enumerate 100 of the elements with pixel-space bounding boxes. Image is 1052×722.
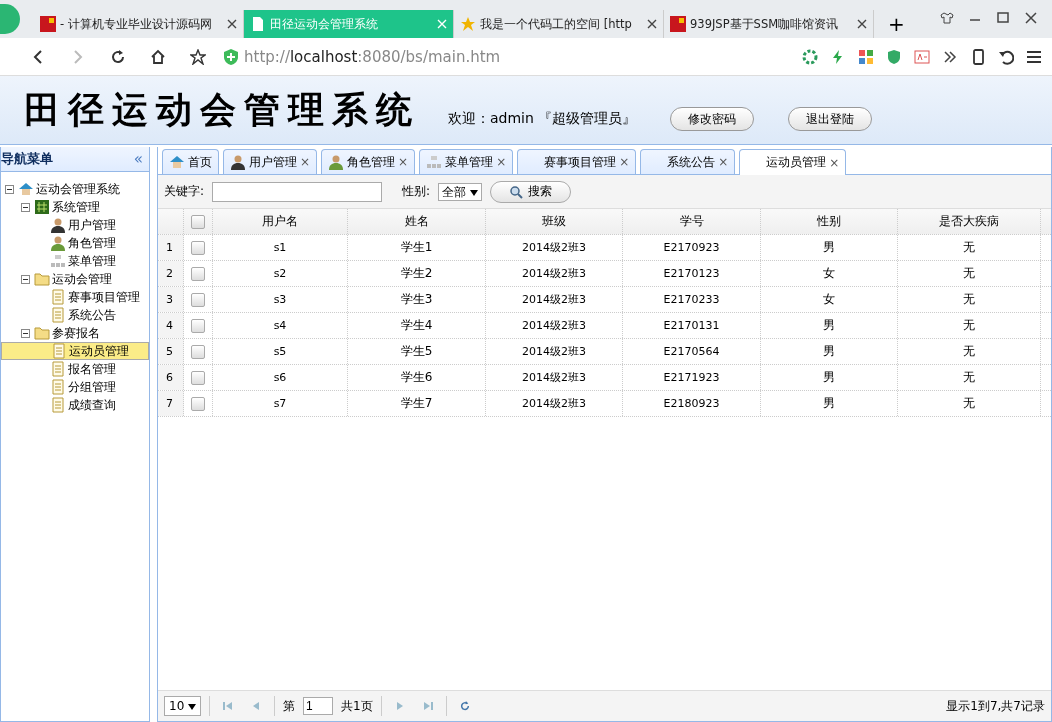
tree-item[interactable]: 分组管理 (1, 378, 149, 396)
search-button[interactable]: 搜索 (489, 180, 571, 203)
page-tab[interactable]: 用户管理 × (223, 149, 318, 174)
document-icon (50, 307, 66, 323)
tree-item[interactable]: 成绩查询 (1, 396, 149, 414)
select-all-checkbox[interactable] (191, 214, 205, 229)
page-tab[interactable]: 菜单管理 × (419, 149, 514, 174)
column-header[interactable]: 是否大疾病 (898, 209, 1041, 234)
header-button[interactable]: 退出登陆 (788, 107, 873, 131)
reload-icon[interactable] (110, 48, 126, 65)
user-icon (50, 235, 66, 251)
tree-item[interactable]: 系统公告 (1, 306, 149, 324)
refresh-icon[interactable] (459, 701, 470, 711)
tree-item[interactable]: 参赛报名 (1, 324, 149, 342)
more-icon[interactable] (942, 48, 958, 65)
tree-item[interactable]: 菜单管理 (1, 252, 149, 270)
favicon-icon (40, 16, 56, 32)
row-number: 1 (158, 235, 184, 260)
shield-icon[interactable] (886, 48, 902, 65)
table-cell: 男 (761, 313, 898, 338)
column-header[interactable]: 姓名 (348, 209, 486, 234)
shield-icon (224, 48, 238, 65)
collapse-toggle-icon[interactable] (5, 184, 14, 194)
table-cell: 2014级2班3 (486, 313, 623, 338)
row-checkbox[interactable] (191, 344, 205, 359)
table-cell: 男 (761, 365, 898, 390)
row-checkbox[interactable] (191, 240, 205, 255)
tab-close-button[interactable]: × (829, 155, 840, 170)
maximize-icon[interactable] (996, 12, 1010, 24)
keyword-field[interactable] (212, 181, 383, 202)
table-cell: 2014级2班3 (486, 339, 623, 364)
table-cell: s3 (213, 287, 348, 312)
tree-item[interactable]: 运动会管理 (1, 270, 149, 288)
collapse-button[interactable]: « (133, 150, 143, 168)
tab-close-button[interactable]: × (718, 155, 729, 169)
tree-item[interactable]: 运动会管理系统 (1, 180, 149, 198)
close-icon[interactable] (227, 19, 237, 29)
tree-item[interactable]: 角色管理 (1, 234, 149, 252)
gender-select[interactable]: 全部 (438, 182, 482, 201)
network-icon (50, 253, 66, 269)
column-header[interactable]: 班级 (486, 209, 623, 234)
apps-icon[interactable] (858, 48, 874, 65)
table-cell: 学生2 (348, 261, 486, 286)
column-header[interactable]: 学号 (623, 209, 761, 234)
close-icon[interactable] (857, 19, 867, 29)
table-cell: 无 (898, 235, 1041, 260)
shirt-icon[interactable] (940, 12, 954, 24)
table-cell: 无 (898, 391, 1041, 416)
page-size-select[interactable]: 10 (164, 696, 202, 716)
header-button[interactable]: 修改密码 (670, 107, 755, 131)
page-count: 共1页 (341, 697, 373, 715)
collapse-toggle-icon[interactable] (21, 202, 30, 212)
network-icon (426, 154, 443, 170)
undo-icon[interactable] (998, 48, 1014, 65)
tab-close-button[interactable]: × (398, 155, 409, 169)
tree-item[interactable]: 用户管理 (1, 216, 149, 234)
table-cell: 2014级2班3 (486, 391, 623, 416)
table-cell: E2170131 (623, 313, 761, 338)
table-cell: 学生3 (348, 287, 486, 312)
tree-item[interactable]: 运动员管理 (1, 342, 149, 360)
close-icon[interactable] (1024, 12, 1038, 24)
table-cell: s6 (213, 365, 348, 390)
row-checkbox[interactable] (191, 318, 205, 333)
new-tab-button[interactable]: + (888, 12, 905, 36)
column-header[interactable]: 用户名 (213, 209, 348, 234)
tab-close-button[interactable]: × (300, 155, 311, 169)
home-icon[interactable] (150, 48, 166, 65)
page-tab[interactable]: 角色管理 × (321, 149, 416, 174)
page-number-field[interactable]: 1 (303, 697, 334, 715)
page-tab[interactable]: 赛事项目管理 × (517, 149, 637, 174)
caret-icon (188, 704, 197, 710)
close-icon[interactable] (647, 19, 657, 29)
table-cell: E2171923 (623, 365, 761, 390)
column-header[interactable]: 性别 (761, 209, 898, 234)
caret-icon (469, 189, 478, 196)
menu-icon[interactable] (1026, 48, 1042, 65)
page-tab[interactable]: 首页 (162, 149, 219, 174)
grid-icon (34, 199, 50, 215)
tab-close-button[interactable]: × (619, 155, 630, 169)
row-checkbox[interactable] (191, 292, 205, 307)
table-cell: s1 (213, 235, 348, 260)
phone-icon[interactable] (970, 48, 986, 65)
collapse-toggle-icon[interactable] (21, 328, 30, 338)
browser-logo-icon[interactable] (0, 4, 20, 34)
table-cell: 无 (898, 365, 1041, 390)
record-summary: 显示1到7,共7记录 (946, 697, 1045, 715)
page-tab[interactable]: 运动员管理 × (739, 149, 847, 175)
row-checkbox[interactable] (191, 370, 205, 385)
house-icon (169, 154, 185, 170)
collapse-toggle-icon[interactable] (21, 274, 30, 284)
tree-item[interactable]: 赛事项目管理 (1, 288, 149, 306)
tree-item[interactable]: 系统管理 (1, 198, 149, 216)
row-checkbox[interactable] (191, 266, 205, 281)
page-tab[interactable]: 系统公告 × (640, 149, 736, 174)
address-field[interactable]: http://localhost:8080/bs/main.htm (224, 47, 694, 66)
row-checkbox[interactable] (191, 396, 205, 411)
bookmark-star-icon[interactable] (190, 48, 206, 65)
tree-item[interactable]: 报名管理 (1, 360, 149, 378)
tab-close-button[interactable]: × (496, 155, 507, 169)
table-cell: 2014级2班3 (486, 287, 623, 312)
